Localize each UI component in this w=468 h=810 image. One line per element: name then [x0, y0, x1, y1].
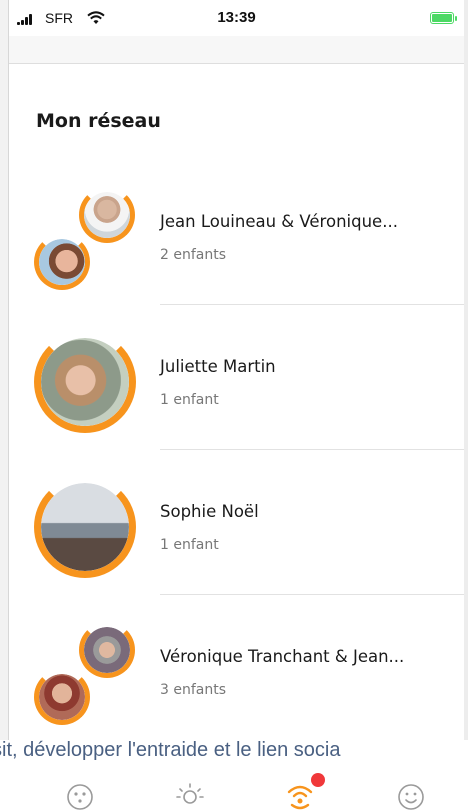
tab-bar — [0, 775, 468, 810]
contact-children-count: 2 enfants — [160, 247, 227, 263]
navigation-bar — [9, 36, 464, 64]
contact-avatar — [34, 476, 136, 578]
contact-name: Jean Louineau & Véronique... — [160, 212, 398, 231]
smiley-icon[interactable] — [395, 779, 427, 810]
right-frame-edge — [464, 0, 468, 740]
overlay-caption: ysit, développer l'entraide et le lien s… — [0, 739, 341, 761]
contact-children-count: 3 enfants — [160, 682, 227, 698]
contact-item[interactable]: Sophie Noël 1 enfant — [9, 450, 464, 595]
status-time: 13:39 — [217, 9, 256, 26]
contact-name: Sophie Noël — [160, 502, 259, 521]
contact-avatar — [34, 331, 136, 433]
contact-item[interactable]: Véronique Tranchant & Jean... 3 enfants — [9, 595, 464, 740]
page-title: Mon réseau — [36, 110, 161, 132]
contact-item[interactable]: Jean Louineau & Véronique... 2 enfants — [9, 160, 464, 305]
contact-children-count: 1 enfant — [160, 537, 219, 553]
status-bar: SFR 13:39 — [9, 0, 464, 36]
battery-icon — [430, 12, 457, 24]
contact-avatar-primary — [34, 234, 90, 290]
contact-avatar-primary — [34, 669, 90, 725]
notification-badge — [311, 773, 325, 787]
contact-avatar-secondary — [79, 187, 135, 243]
left-frame-edge — [0, 0, 9, 740]
dots-circle-icon[interactable] — [64, 779, 96, 810]
contact-item[interactable]: Juliette Martin 1 enfant — [9, 305, 464, 450]
contact-name: Juliette Martin — [160, 357, 276, 376]
app-screen: SFR 13:39 Mon réseau Jean Louineau & Vér… — [0, 0, 468, 810]
contact-avatar-secondary — [79, 622, 135, 678]
contacts-list: Jean Louineau & Véronique... 2 enfants J… — [9, 160, 464, 740]
contact-name: Véronique Tranchant & Jean... — [160, 647, 405, 666]
contact-children-count: 1 enfant — [160, 392, 219, 408]
sun-icon[interactable] — [174, 779, 206, 810]
